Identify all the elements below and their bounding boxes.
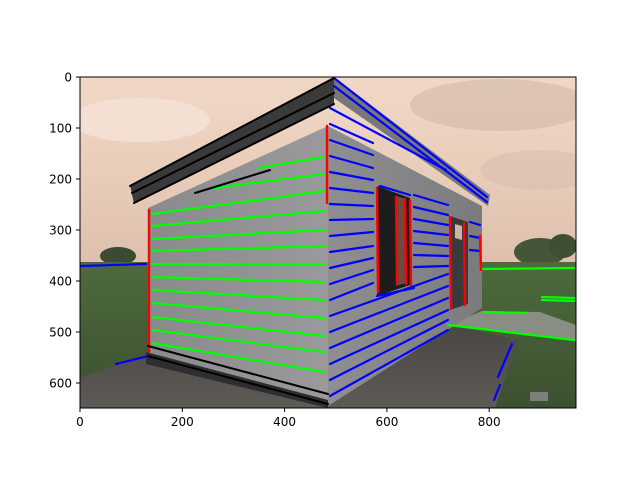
x-tick-label: 0 [76,415,84,429]
x-tick-label: 200 [171,415,194,429]
y-tick-label: 600 [49,377,72,391]
y-tick-label: 100 [49,122,72,136]
x-tick-label: 400 [273,415,296,429]
y-tick-label: 400 [49,275,72,289]
x-axis: 0 200 400 600 800 [76,408,501,429]
figure: 0 200 400 600 800 0 100 200 300 400 500 … [49,71,577,429]
y-tick-label: 200 [49,173,72,187]
block [530,392,548,401]
y-tick-label: 500 [49,326,72,340]
door-glass [455,224,462,240]
y-axis: 0 100 200 300 400 500 600 [49,71,80,391]
tree [549,234,576,258]
y-tick-label: 300 [49,224,72,238]
x-tick-label: 600 [375,415,398,429]
x-tick-label: 800 [478,415,501,429]
y-tick-label: 0 [64,71,72,85]
